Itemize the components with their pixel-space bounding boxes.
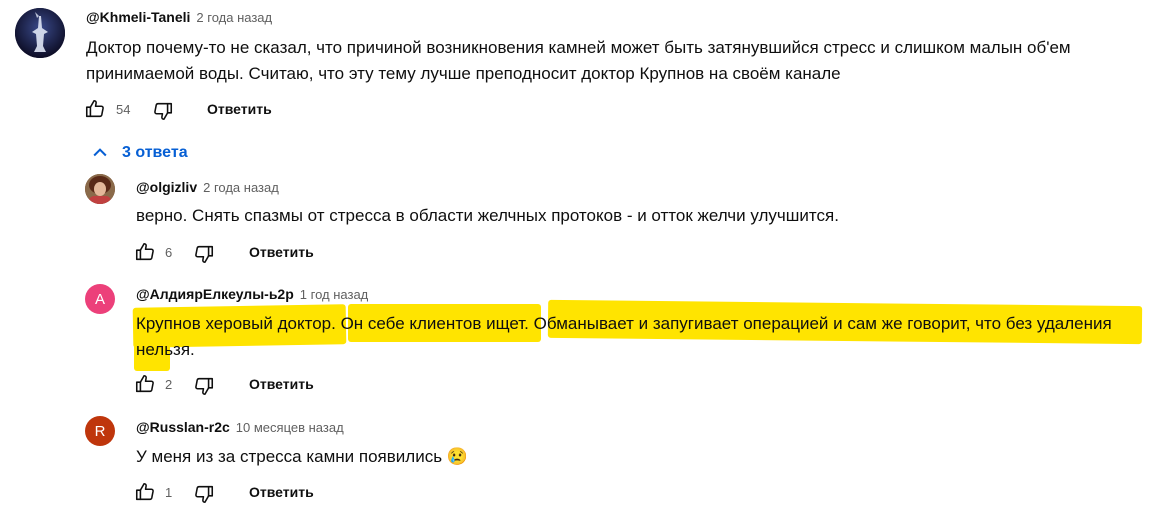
thumbs-up-icon xyxy=(135,482,154,501)
reply-header: @Russlan-r2c 10 месяцев назад xyxy=(136,419,344,437)
reply-author[interactable]: @olgizliv xyxy=(136,179,197,195)
thumbs-down-icon xyxy=(195,245,214,264)
dislike-button[interactable] xyxy=(152,100,174,127)
reply-text: У меня из за стресса камни появились 😢 xyxy=(136,447,468,466)
dislike-button[interactable] xyxy=(193,483,215,510)
dislike-button[interactable] xyxy=(193,375,215,402)
reply-text: верно. Снять спазмы от стресса в области… xyxy=(136,206,839,225)
avatar-letter: A xyxy=(94,290,105,308)
comment-time[interactable]: 2 года назад xyxy=(196,10,272,25)
thumbs-down-icon xyxy=(195,377,214,396)
reply-header: @АлдиярЕлкеулы-ь2р 1 год назад xyxy=(136,286,368,304)
avatar-letter: R xyxy=(94,422,106,440)
reply-time[interactable]: 2 года назад xyxy=(203,180,279,195)
dislike-button[interactable] xyxy=(193,243,215,270)
reply-avatar[interactable] xyxy=(85,174,115,204)
like-count: 2 xyxy=(165,377,173,392)
thumbs-up-icon xyxy=(85,99,104,118)
like-count: 1 xyxy=(165,485,173,500)
thumbs-up-icon xyxy=(135,242,154,261)
replies-toggle[interactable]: 3 ответа xyxy=(90,143,188,163)
reply-button[interactable]: Ответить xyxy=(249,376,314,392)
reply-button[interactable]: Ответить xyxy=(249,244,314,260)
thumbs-down-icon xyxy=(195,485,214,504)
statue-avatar-icon xyxy=(15,8,65,58)
thumbs-up-icon xyxy=(135,374,154,393)
chevron-up-icon xyxy=(93,148,107,157)
like-button[interactable] xyxy=(84,98,106,125)
reply-avatar[interactable]: R xyxy=(85,416,115,446)
reply-avatar[interactable]: A xyxy=(85,284,115,314)
like-button[interactable] xyxy=(134,241,156,268)
like-button[interactable] xyxy=(134,481,156,508)
comment-header: @Khmeli-Taneli 2 года назад xyxy=(86,9,272,27)
like-button[interactable] xyxy=(134,373,156,400)
like-count: 6 xyxy=(165,245,173,260)
reply-button[interactable]: Ответить xyxy=(249,484,314,500)
reply-time[interactable]: 1 год назад xyxy=(300,287,368,302)
like-count: 54 xyxy=(116,102,131,117)
reply-author[interactable]: @Russlan-r2c xyxy=(136,419,230,435)
replies-count-label: 3 ответа xyxy=(122,144,188,161)
commenter-avatar[interactable] xyxy=(15,8,65,58)
reply-header: @olgizliv 2 года назад xyxy=(136,179,279,197)
comment-text: Доктор почему-то не сказал, что причиной… xyxy=(86,38,1071,83)
reply-time[interactable]: 10 месяцев назад xyxy=(236,420,344,435)
comment-author[interactable]: @Khmeli-Taneli xyxy=(86,9,190,25)
photo-avatar-icon xyxy=(85,174,115,204)
reply-author[interactable]: @АлдиярЕлкеулы-ь2р xyxy=(136,286,294,302)
reply-text: Крупнов херовый доктор. Он себе клиентов… xyxy=(136,314,1112,359)
thumbs-down-icon xyxy=(154,102,173,121)
reply-button[interactable]: Ответить xyxy=(207,101,272,117)
